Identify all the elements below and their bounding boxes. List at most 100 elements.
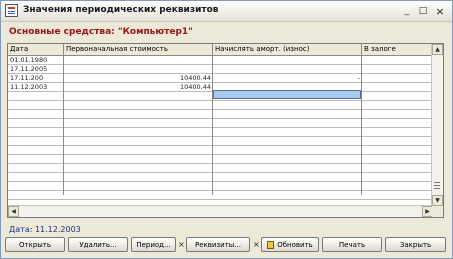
delete-button[interactable]: Удалить...: [68, 237, 128, 252]
table-cell[interactable]: [8, 119, 64, 127]
period-button[interactable]: Период...: [131, 237, 176, 252]
table-cell[interactable]: [64, 191, 213, 199]
table-cell[interactable]: [8, 137, 64, 145]
table-cell[interactable]: [213, 137, 362, 145]
requisites-button[interactable]: Реквизиты...: [186, 237, 250, 252]
table-cell[interactable]: [362, 101, 433, 109]
table-cell[interactable]: [8, 182, 64, 190]
table-cell[interactable]: [362, 164, 433, 172]
table-cell[interactable]: [213, 182, 362, 190]
table-cell[interactable]: [362, 74, 433, 82]
table-row[interactable]: 17.11.200 10400.44-: [8, 74, 433, 83]
minimize-button[interactable]: _: [400, 5, 414, 17]
table-row[interactable]: [8, 128, 433, 137]
table-cell[interactable]: [64, 119, 213, 127]
table-cell[interactable]: 17.11.200: [8, 74, 64, 82]
table-cell[interactable]: [64, 101, 213, 109]
table-cell[interactable]: [8, 146, 64, 154]
table-cell[interactable]: [64, 65, 213, 73]
table-cell[interactable]: [362, 56, 433, 64]
table-cell[interactable]: 10400.44: [64, 83, 213, 91]
table-cell[interactable]: [8, 92, 64, 100]
table-row[interactable]: [8, 173, 433, 182]
table-cell[interactable]: [362, 83, 433, 91]
table-cell[interactable]: [213, 173, 362, 181]
print-button[interactable]: Печать: [322, 237, 382, 252]
table-cell[interactable]: [213, 56, 362, 64]
table-cell[interactable]: [213, 128, 362, 136]
table-row[interactable]: 01.01.1980: [8, 56, 433, 65]
column-header-initial-cost[interactable]: Первоначальная стоимость: [64, 44, 213, 55]
table-row[interactable]: [8, 146, 433, 155]
table-cell[interactable]: [213, 191, 362, 199]
table-cell[interactable]: [64, 182, 213, 190]
table-cell[interactable]: 01.01.1980: [8, 56, 64, 64]
scroll-thumb[interactable]: [433, 180, 441, 190]
table-cell[interactable]: 10400.44: [64, 74, 213, 82]
column-header-depreciation[interactable]: Начислять аморт. (износ): [213, 44, 362, 55]
table-cell[interactable]: [213, 164, 362, 172]
scroll-up-icon[interactable]: ▲: [432, 44, 443, 55]
table-cell[interactable]: 11.12.2003: [8, 83, 64, 91]
table-cell[interactable]: [362, 128, 433, 136]
table-cell[interactable]: [213, 65, 362, 73]
table-row[interactable]: [8, 137, 433, 146]
scroll-left-icon[interactable]: ◀: [8, 206, 19, 217]
table-cell[interactable]: [362, 65, 433, 73]
table-cell[interactable]: [8, 164, 64, 172]
table-row[interactable]: [8, 191, 433, 200]
close-button[interactable]: Закрыть: [385, 237, 446, 252]
periodic-values-table[interactable]: Дата Первоначальная стоимость Начислять …: [7, 43, 444, 218]
column-header-date[interactable]: Дата: [8, 44, 64, 55]
title-bar[interactable]: Значения периодических реквизитов _ □ ×: [1, 1, 452, 22]
table-cell[interactable]: [213, 110, 362, 118]
table-cell[interactable]: [213, 146, 362, 154]
close-x-icon[interactable]: ×: [178, 240, 185, 249]
horizontal-scrollbar[interactable]: ◀ ▶: [8, 205, 433, 217]
table-cell[interactable]: 17.11.2005: [8, 65, 64, 73]
table-cell[interactable]: [8, 110, 64, 118]
table-cell[interactable]: [64, 173, 213, 181]
vertical-scrollbar[interactable]: ▲ ▼: [431, 44, 443, 206]
selected-cell[interactable]: [213, 90, 361, 99]
table-row[interactable]: [8, 164, 433, 173]
table-cell[interactable]: [213, 155, 362, 163]
table-cell[interactable]: [362, 92, 433, 100]
column-header-pledged[interactable]: В залоге: [362, 44, 433, 55]
table-cell[interactable]: [8, 173, 64, 181]
table-cell[interactable]: [362, 182, 433, 190]
refresh-button[interactable]: Обновить: [261, 237, 319, 252]
table-cell[interactable]: [64, 110, 213, 118]
table-cell[interactable]: [8, 101, 64, 109]
table-cell[interactable]: [64, 164, 213, 172]
table-cell[interactable]: [362, 110, 433, 118]
table-cell[interactable]: [362, 173, 433, 181]
table-cell[interactable]: [362, 191, 433, 199]
table-row[interactable]: [8, 182, 433, 191]
table-cell[interactable]: [362, 155, 433, 163]
table-row[interactable]: 17.11.2005: [8, 65, 433, 74]
table-cell[interactable]: [8, 155, 64, 163]
table-cell[interactable]: [213, 101, 362, 109]
scroll-down-icon[interactable]: ▼: [432, 195, 443, 206]
table-cell[interactable]: [362, 146, 433, 154]
table-cell[interactable]: [64, 146, 213, 154]
table-cell[interactable]: [362, 137, 433, 145]
table-cell[interactable]: [64, 92, 213, 100]
table-row[interactable]: [8, 110, 433, 119]
table-cell[interactable]: [362, 119, 433, 127]
close-window-button[interactable]: ×: [433, 5, 447, 17]
table-row[interactable]: [8, 155, 433, 164]
table-row[interactable]: [8, 101, 433, 110]
table-cell[interactable]: -: [213, 74, 362, 82]
table-row[interactable]: [8, 119, 433, 128]
table-cell[interactable]: [8, 191, 64, 199]
maximize-button[interactable]: □: [416, 5, 430, 17]
table-cell[interactable]: [64, 56, 213, 64]
table-cell[interactable]: [64, 128, 213, 136]
table-cell[interactable]: [213, 119, 362, 127]
table-cell[interactable]: [64, 155, 213, 163]
table-cell[interactable]: [64, 137, 213, 145]
close-x-icon[interactable]: ×: [253, 240, 260, 249]
table-cell[interactable]: [8, 128, 64, 136]
